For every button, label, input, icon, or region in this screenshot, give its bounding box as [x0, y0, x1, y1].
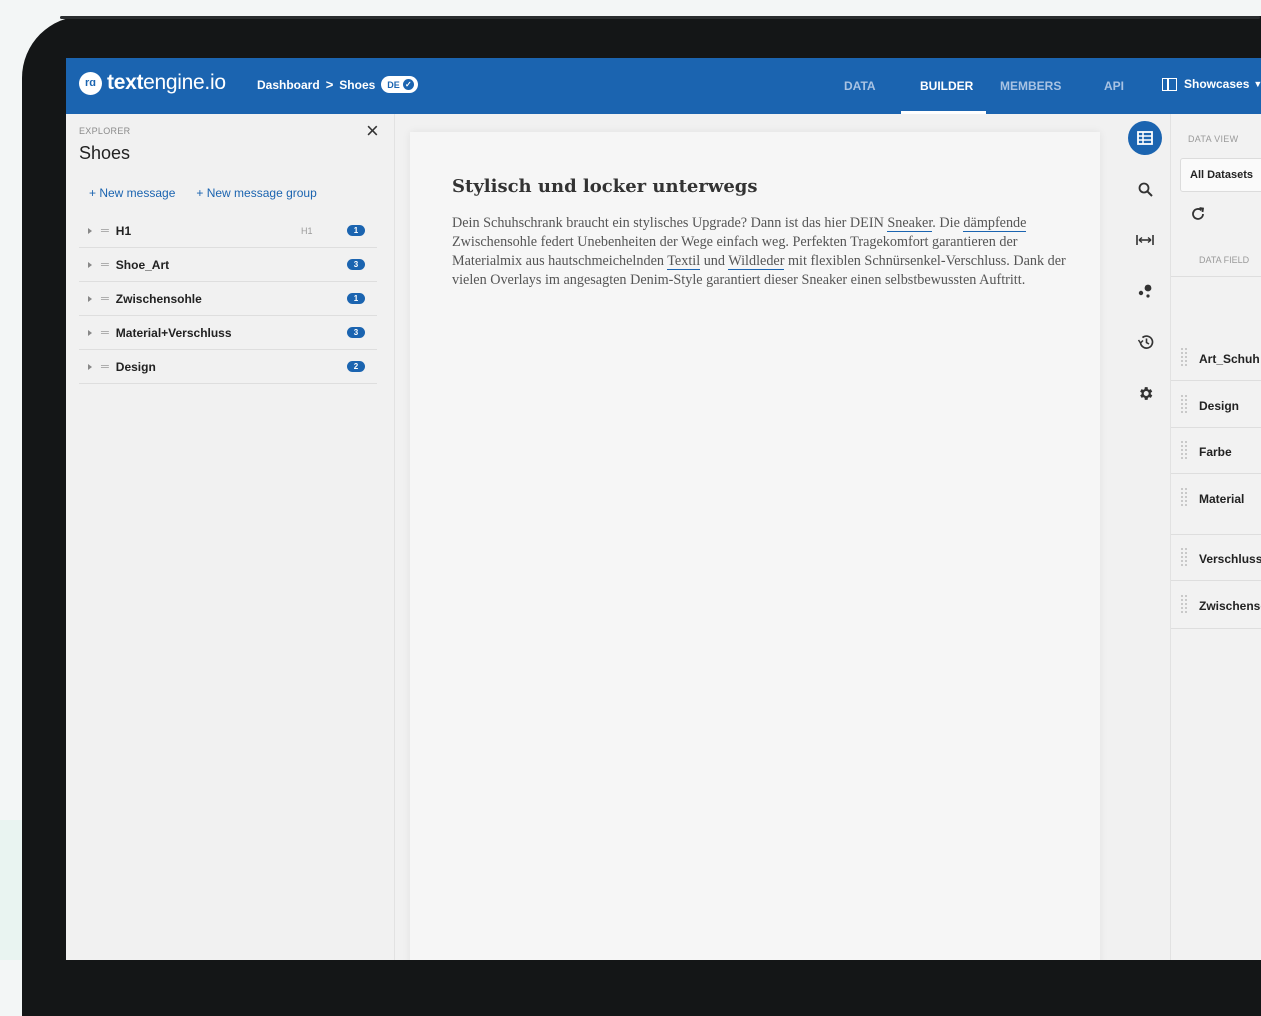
document-canvas[interactable]: Stylisch und locker unterwegs Dein Schuh… [410, 132, 1100, 960]
tab-api[interactable]: API [1104, 58, 1124, 114]
variable-link-daempfende[interactable]: dämpfende [963, 215, 1027, 232]
search-icon[interactable] [1128, 172, 1162, 206]
tree-item-label: Material+Verschluss [115, 325, 232, 340]
document-body[interactable]: Dein Schuhschrank braucht ein stylisches… [452, 214, 1072, 290]
drag-handle-icon[interactable] [1181, 595, 1187, 613]
drag-handle-icon[interactable]: ═ [101, 361, 109, 373]
gear-icon[interactable] [1128, 376, 1162, 410]
explorer-label: EXPLORER [79, 126, 131, 136]
new-message-group-button[interactable]: + New message group [196, 186, 316, 200]
document-title[interactable]: Stylisch und locker unterwegs [452, 176, 758, 197]
tree-item-zwischensohle[interactable]: ═ Zwischensohle 1 [79, 282, 377, 316]
tablet-edge [60, 16, 1260, 19]
showcase-icon [1162, 77, 1177, 91]
refresh-icon[interactable] [1190, 206, 1206, 227]
language-badge[interactable]: DE ✓ [381, 76, 418, 93]
divider [1171, 276, 1261, 277]
divider [1171, 427, 1261, 428]
variable-link-sneaker[interactable]: Sneaker [887, 215, 933, 232]
divider [1171, 580, 1261, 581]
history-icon[interactable] [1128, 325, 1162, 359]
tree-item-design[interactable]: ═ Design 2 [79, 350, 377, 384]
showcases-menu[interactable]: Showcases ▼ [1162, 77, 1261, 91]
dataset-select[interactable]: All Datasets [1180, 158, 1261, 192]
top-bar: rɑ textengine.io Dashboard > Shoes DE ✓ … [66, 58, 1261, 114]
tree-item-material-verschluss[interactable]: ═ Material+Verschluss 3 [79, 316, 377, 350]
check-circle-icon: ✓ [402, 79, 414, 90]
close-icon[interactable]: × [366, 120, 379, 142]
chevron-down-icon: ▼ [1253, 79, 1261, 89]
tree-item-tag: H1 [301, 225, 313, 236]
count-badge: 3 [347, 259, 365, 270]
tree-item-label: H1 [115, 223, 132, 238]
drag-handle-icon[interactable]: ═ [101, 225, 109, 237]
drag-handle-icon[interactable] [1181, 395, 1187, 413]
caret-right-icon[interactable] [88, 261, 92, 268]
caret-right-icon[interactable] [88, 295, 92, 302]
tree-item-shoe-art[interactable]: ═ Shoe_Art 3 [79, 248, 377, 282]
app-screen: rɑ textengine.io Dashboard > Shoes DE ✓ … [66, 58, 1261, 960]
data-field-label: DATA FIELD [1199, 255, 1250, 265]
tab-data[interactable]: DATA [844, 58, 876, 114]
caret-right-icon[interactable] [88, 363, 92, 370]
count-badge: 1 [347, 225, 365, 236]
width-icon[interactable] [1128, 223, 1162, 257]
tool-rail [1120, 114, 1170, 960]
divider [1171, 473, 1261, 474]
divider [1171, 380, 1261, 381]
chevron-right-icon: > [325, 77, 334, 92]
breadcrumb-shoes[interactable]: Shoes [339, 78, 375, 92]
caret-right-icon[interactable] [88, 227, 92, 234]
explorer-actions: + New message + New message group [89, 186, 338, 200]
text-engine-logo-icon: rɑ [79, 71, 102, 95]
breadcrumb: Dashboard > Shoes DE ✓ [257, 76, 418, 93]
caret-right-icon[interactable] [88, 329, 92, 336]
new-message-button[interactable]: + New message [89, 186, 175, 200]
drag-handle-icon[interactable] [1181, 488, 1187, 506]
drag-handle-icon[interactable] [1181, 548, 1187, 566]
divider [1171, 534, 1261, 535]
table-icon[interactable] [1128, 121, 1162, 155]
tab-members[interactable]: MEMBERS [1000, 58, 1061, 114]
divider [1171, 628, 1261, 629]
count-badge: 1 [347, 293, 365, 304]
logo-text: textengine.io [107, 71, 226, 94]
count-badge: 3 [347, 327, 365, 338]
data-view-panel: DATA VIEW All Datasets DATA FIELD Art_Sc… [1170, 114, 1261, 960]
tree-item-label: Zwischensohle [115, 291, 202, 306]
tree-item-label: Design [115, 359, 156, 374]
explorer-title: Shoes [79, 143, 131, 163]
variable-link-wildleder[interactable]: Wildleder [728, 253, 785, 270]
message-tree: ═ H1 H1 1 ═ Shoe_Art 3 ═ Zwischensohle 1… [79, 214, 377, 384]
drag-handle-icon[interactable]: ═ [101, 293, 109, 305]
breadcrumb-dashboard[interactable]: Dashboard [257, 78, 320, 92]
drag-handle-icon[interactable] [1181, 441, 1187, 459]
drag-handle-icon[interactable] [1181, 348, 1187, 366]
tree-item-h1[interactable]: ═ H1 H1 1 [79, 214, 377, 248]
data-view-label: DATA VIEW [1188, 134, 1239, 144]
active-tab-indicator [901, 111, 986, 114]
count-badge: 2 [347, 361, 365, 372]
logo[interactable]: rɑ textengine.io [79, 71, 226, 95]
drag-handle-icon[interactable]: ═ [101, 327, 109, 339]
drag-handle-icon[interactable]: ═ [101, 259, 109, 271]
tree-item-label: Shoe_Art [115, 257, 170, 272]
explorer-panel: EXPLORER Shoes × + New message + New mes… [66, 114, 395, 960]
branch-icon[interactable] [1128, 274, 1162, 308]
tab-builder[interactable]: BUILDER [920, 58, 973, 114]
variable-link-textil[interactable]: Textil [667, 253, 701, 270]
